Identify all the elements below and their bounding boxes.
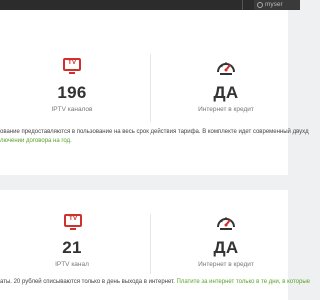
- stat-label: Интернет в кредит: [198, 106, 254, 113]
- tv-icon-stand: [69, 72, 75, 74]
- description-line: ование предоставляются в пользование на …: [0, 129, 309, 135]
- description-link[interactable]: Платите за интернет только в те дни, в к…: [177, 279, 310, 285]
- stat-internet-credit: ДА Интернет в кредит: [166, 83, 286, 113]
- tariff-card-2: TV 21 IPTV канал ДА Интернет в кредит ат…: [0, 190, 310, 300]
- stat-internet-credit: ДА Интернет в кредит: [166, 238, 286, 268]
- browser-search-box[interactable]: myser: [254, 0, 300, 10]
- tv-icon-label: TV: [68, 215, 78, 222]
- stat-divider: [150, 54, 151, 122]
- stat-divider: [150, 214, 151, 274]
- stat-label: IPTV канал: [55, 261, 89, 268]
- stat-label: IPTV каналов: [51, 106, 93, 113]
- stat-value: ДА: [213, 83, 239, 102]
- stat-value: ДА: [213, 238, 239, 257]
- tv-icon-stand: [70, 228, 76, 230]
- tariff-description: аты. 20 рублей списываются только в день…: [0, 278, 310, 287]
- tv-icon: TV: [63, 58, 81, 74]
- description-link[interactable]: лючении договора на год.: [0, 138, 72, 144]
- tv-icon: TV: [64, 214, 82, 230]
- description-text: аты. 20 рублей списываются только в день…: [0, 279, 177, 285]
- speedometer-icon: [217, 217, 235, 230]
- stat-label: Интернет в кредит: [198, 261, 254, 268]
- stat-iptv-channels: 196 IPTV каналов: [12, 83, 132, 113]
- stat-iptv-channels: 21 IPTV канал: [12, 238, 132, 268]
- tariff-card-1: TV 196 IPTV каналов ДА Интернет в кредит…: [0, 10, 309, 175]
- tariff-description: ование предоставляются в пользование на …: [0, 128, 309, 146]
- search-input-text[interactable]: myser: [265, 0, 283, 10]
- search-icon: [257, 2, 263, 8]
- stat-value: 21: [62, 238, 82, 257]
- toolbar-divider: [242, 0, 243, 10]
- speedometer-icon: [217, 62, 235, 75]
- tv-icon-label: TV: [67, 59, 77, 66]
- stat-value: 196: [57, 83, 87, 102]
